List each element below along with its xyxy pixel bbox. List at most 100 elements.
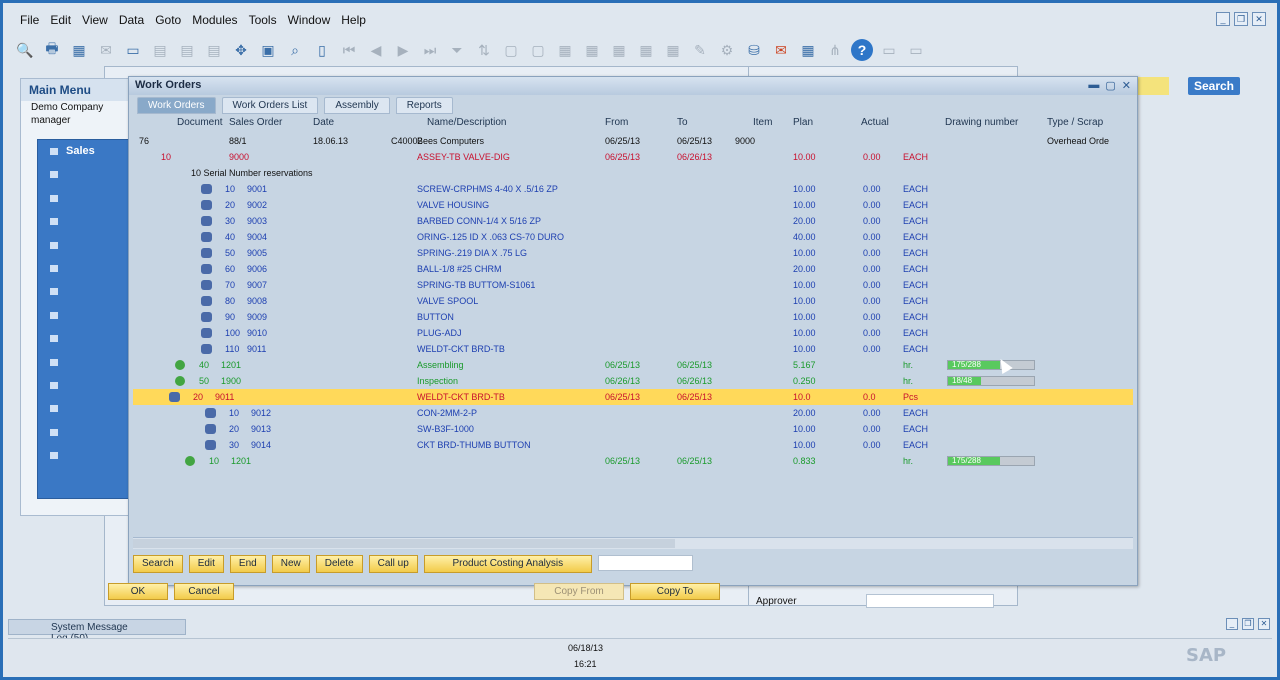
product-costing-analysis-button[interactable]: Product Costing Analysis <box>423 555 592 573</box>
module-item[interactable] <box>38 444 130 467</box>
form-icon[interactable]: ▣ <box>257 39 279 61</box>
restore-icon[interactable]: ❐ <box>1234 12 1248 26</box>
tab-work-orders[interactable]: Work Orders <box>137 97 216 114</box>
module-item[interactable] <box>38 397 130 420</box>
column-header[interactable]: To <box>677 117 688 128</box>
search-button[interactable]: Search <box>1188 77 1240 95</box>
window2-icon[interactable]: ▭ <box>905 39 927 61</box>
screen-icon[interactable]: ▭ <box>122 39 144 61</box>
preview-icon[interactable]: 🔍 <box>14 39 36 61</box>
copy-to-button[interactable]: Copy To <box>630 583 720 600</box>
column-header[interactable]: Sales Order <box>229 117 282 128</box>
close-icon[interactable]: ✕ <box>1252 12 1266 26</box>
approver-select[interactable] <box>866 594 994 608</box>
module-item[interactable] <box>38 304 130 327</box>
input-field[interactable] <box>597 555 693 571</box>
restore-icon[interactable]: ❐ <box>1242 618 1254 630</box>
search-field[interactable] <box>1135 77 1169 95</box>
window-icon[interactable]: ▭ <box>878 39 900 61</box>
database-icon[interactable]: ⛁ <box>743 39 765 61</box>
table-row[interactable]: 100 9010 PLUG-ADJ 10.00 0.00 EACH <box>133 325 1133 341</box>
table-row[interactable]: 10 9001 SCREW-CRPHMS 4-40 X .5/16 ZP 10.00 0… <box>133 181 1133 197</box>
tree-icon[interactable]: ⋔ <box>824 39 846 61</box>
table-row[interactable]: 60 9006 BALL-1/8 #25 CHRM 20.00 0.00 EACH <box>133 261 1133 277</box>
menu-tools[interactable]: Tools <box>246 13 285 27</box>
module-item[interactable] <box>38 257 130 280</box>
module-sales[interactable]: Sales <box>38 140 130 163</box>
close-icon[interactable]: ✕ <box>1258 618 1270 630</box>
minimize-icon[interactable]: _ <box>1226 618 1238 630</box>
column-header[interactable]: Drawing number <box>945 117 1018 128</box>
journal-icon[interactable]: ▦ <box>554 39 576 61</box>
minimize-icon[interactable]: ▬ <box>1088 79 1099 92</box>
module-item[interactable] <box>38 351 130 374</box>
module-item[interactable] <box>38 187 130 210</box>
module-item[interactable] <box>38 163 130 186</box>
system-message-log[interactable]: System Message Log (50) <box>8 619 186 644</box>
table-row[interactable]: 20 9013 SW-B3F-1000 10.00 0.00 EACH <box>133 421 1133 437</box>
module-item[interactable] <box>38 280 130 303</box>
module-item[interactable] <box>38 421 130 444</box>
export-icon[interactable]: ▦ <box>68 39 90 61</box>
doc-icon[interactable]: ▤ <box>149 39 171 61</box>
ok-button[interactable]: OK <box>108 583 168 600</box>
tab-reports[interactable]: Reports <box>395 97 453 114</box>
filter-icon[interactable]: ⏷ <box>446 39 468 61</box>
table-row[interactable]: 90 9009 BUTTON 10.00 0.00 EACH <box>133 309 1133 325</box>
copy-from-button[interactable]: Copy From <box>534 583 624 600</box>
table-row[interactable]: 20 9002 VALVE HOUSING 10.00 0.00 EACH <box>133 197 1133 213</box>
last-icon[interactable]: ⏭ <box>419 39 441 61</box>
message-icon[interactable]: ✉ <box>770 39 792 61</box>
close-icon[interactable]: ✕ <box>1122 79 1131 92</box>
end-button[interactable]: End <box>229 555 266 573</box>
table-row[interactable]: 30 9014 CKT BRD-THUMB BUTTON 10.00 0.00 EACH <box>133 437 1133 453</box>
column-header[interactable]: Item <box>753 117 772 128</box>
settings-icon[interactable]: ⚙ <box>716 39 738 61</box>
pen-icon[interactable]: ✎ <box>689 39 711 61</box>
column-header[interactable]: Type / Scrap <box>1047 117 1103 128</box>
menu-help[interactable]: Help <box>338 13 374 27</box>
table-row[interactable]: 50 9005 SPRING-.219 DIA X .75 LG 10.00 0.00 E… <box>133 245 1133 261</box>
table-row[interactable]: 10 1201 06/25/13 06/25/13 0.833 hr. 175/288 <box>133 453 1133 469</box>
scroll-thumb[interactable] <box>133 539 675 548</box>
table-row[interactable]: 50 1900 Inspection 06/26/13 06/26/13 0.250 hr.… <box>133 373 1133 389</box>
help-icon[interactable]: ? <box>851 39 873 61</box>
tab-work-orders-list[interactable]: Work Orders List <box>221 97 319 114</box>
table-row[interactable]: 110 9011 WELDT-CKT BRD-TB 10.00 0.00 EACH <box>133 341 1133 357</box>
sort-icon[interactable]: ⇅ <box>473 39 495 61</box>
horizontal-scrollbar[interactable] <box>133 537 1133 549</box>
table-row[interactable]: 20 9011 WELDT-CKT BRD-TB 06/25/13 06/25/13 10… <box>133 389 1133 405</box>
module-item[interactable] <box>38 234 130 257</box>
module-item[interactable] <box>38 327 130 350</box>
table-row[interactable]: 40 1201 Assembling 06/25/13 06/25/13 5.167 hr.… <box>133 357 1133 373</box>
module-item[interactable] <box>38 374 130 397</box>
column-header[interactable]: From <box>605 117 628 128</box>
delete-button[interactable]: Delete <box>315 555 363 573</box>
column-header[interactable]: Name/Description <box>427 117 506 128</box>
gross-profit-icon[interactable]: ▦ <box>608 39 630 61</box>
cancel-button[interactable]: Cancel <box>174 583 234 600</box>
next-icon[interactable]: ▶ <box>392 39 414 61</box>
binoculars-icon[interactable]: ⌕ <box>284 39 306 61</box>
table-row[interactable]: 70 9007 SPRING-TB BUTTOM-S1061 10.00 0.00 EAC… <box>133 277 1133 293</box>
call-up-button[interactable]: Call up <box>368 555 418 573</box>
maximize-icon[interactable]: ▢ <box>1105 79 1115 92</box>
layout-icon[interactable]: ▦ <box>662 39 684 61</box>
new-button[interactable]: New <box>271 555 310 573</box>
table-row[interactable]: 40 9004 ORING-.125 ID X .063 CS-70 DURO 40.… <box>133 229 1133 245</box>
menu-file[interactable]: File <box>17 13 47 27</box>
minimize-icon[interactable]: _ <box>1216 12 1230 26</box>
table-row[interactable]: 10 9000 ASSEY-TB VALVE-DIG 06/25/13 06/26/13… <box>133 149 1133 165</box>
column-header[interactable]: Document <box>177 117 223 128</box>
doc3-icon[interactable]: ▤ <box>203 39 225 61</box>
menu-data[interactable]: Data <box>116 13 152 27</box>
menu-window[interactable]: Window <box>285 13 339 27</box>
table-row[interactable]: 30 9003 BARBED CONN-1/4 X 5/16 ZP 20.00 0.00… <box>133 213 1133 229</box>
column-header[interactable]: Plan <box>793 117 813 128</box>
search-button[interactable]: Search <box>133 555 183 573</box>
calendar-icon[interactable]: ▦ <box>797 39 819 61</box>
column-header[interactable]: Date <box>313 117 334 128</box>
prev-icon[interactable]: ◀ <box>365 39 387 61</box>
print-icon[interactable]: 🖶 <box>41 39 63 61</box>
module-item[interactable] <box>38 210 130 233</box>
